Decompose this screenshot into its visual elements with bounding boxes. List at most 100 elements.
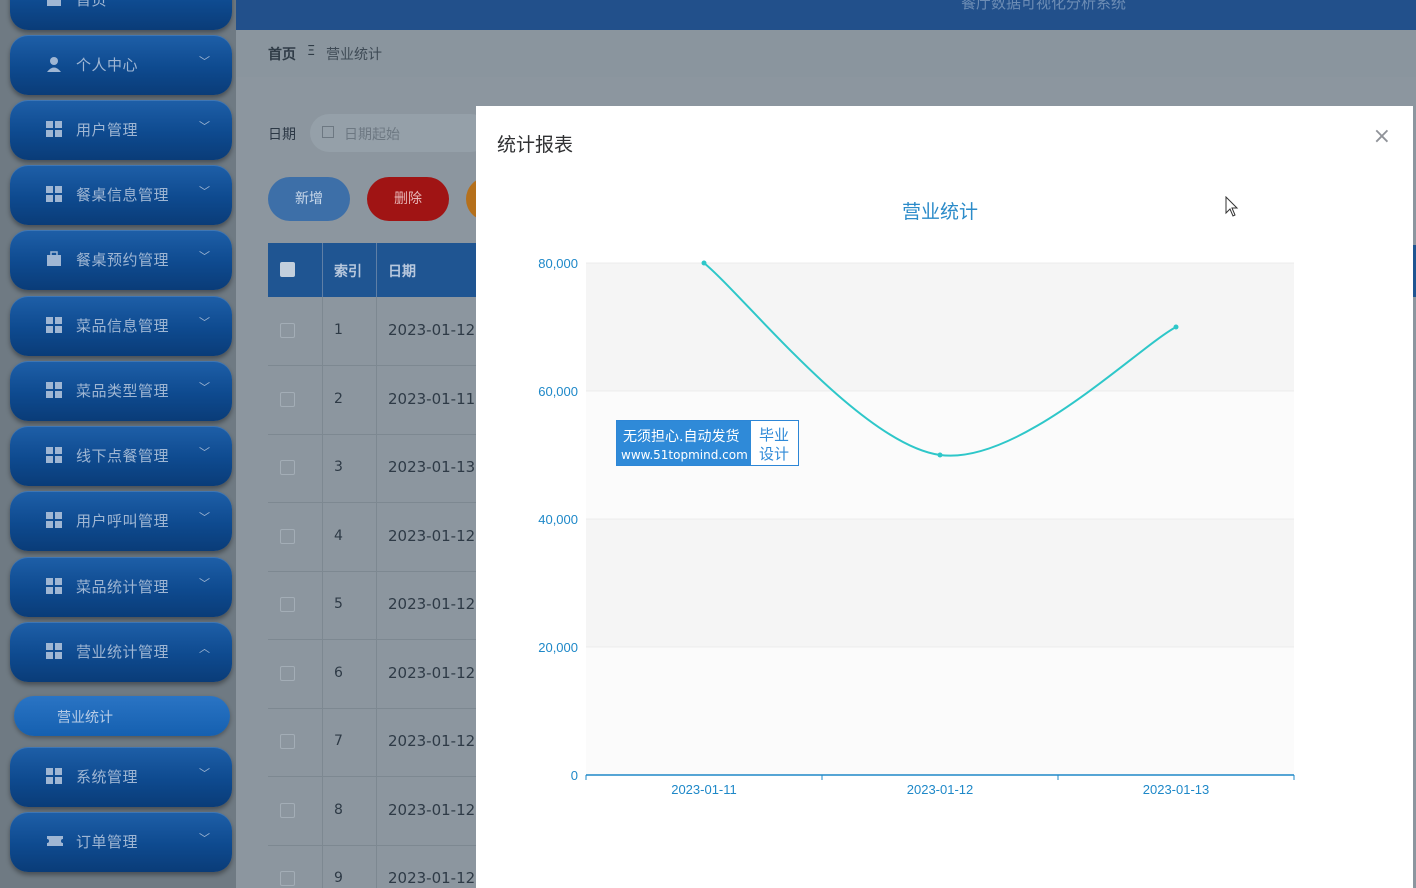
column-divider	[376, 708, 377, 777]
watermark-left: 无须担心.自动发货 www.51topmind.com	[617, 421, 751, 465]
sidebar-item-label: 订单管理	[76, 833, 139, 851]
sidebar-item-10[interactable]: 营业统计管理 ︿	[10, 622, 232, 682]
chevron-down-icon: ﹀	[199, 511, 210, 524]
row-index: 3	[334, 459, 343, 475]
chevron-down-icon: ﹀	[199, 832, 210, 845]
y-tick-label: 60,000	[538, 384, 578, 399]
row-checkbox[interactable]	[280, 665, 295, 681]
grid-icon	[46, 121, 62, 137]
table-row[interactable]: 9 2023-01-12	[268, 845, 488, 888]
sidebar-subitem-business-stats[interactable]: 营业统计	[14, 696, 230, 736]
sidebar-item-8[interactable]: 用户呼叫管理 ﹀	[10, 491, 232, 551]
grid-icon	[46, 447, 62, 463]
chevron-up-icon: ︿	[199, 642, 210, 655]
table-row[interactable]: 6 2023-01-12	[268, 639, 488, 709]
grid-icon	[46, 317, 62, 333]
row-index: 6	[334, 664, 343, 681]
row-index: 9	[334, 870, 343, 886]
column-divider	[376, 297, 377, 366]
column-divider	[322, 434, 323, 503]
table-row[interactable]: 5 2023-01-12	[268, 571, 488, 640]
row-date: 2023-01-12	[388, 800, 476, 819]
sidebar-item-label: 用户呼叫管理	[76, 512, 170, 530]
sidebar-item-2[interactable]: 用户管理 ﹀	[10, 100, 232, 160]
sidebar-item-6[interactable]: 菜品类型管理 ﹀	[10, 361, 232, 421]
row-date: 2023-01-12	[388, 869, 476, 887]
row-checkbox[interactable]	[280, 323, 295, 338]
watermark-banner: 无须担心.自动发货 www.51topmind.com 毕业 设计	[616, 420, 799, 466]
grid-icon	[46, 186, 62, 202]
sidebar-item-5[interactable]: 菜品信息管理 ﹀	[10, 296, 232, 356]
column-divider	[322, 639, 323, 709]
delete-button[interactable]: 删除	[367, 177, 449, 221]
table-row[interactable]: 3 2023-01-13	[268, 434, 488, 503]
table-row[interactable]: 8 2023-01-12	[268, 776, 488, 846]
line-chart: 0 20,000 40,000 60,000 80,000 2023-01-11 2023-…	[538, 201, 1295, 797]
sidebar-item-11[interactable]: 系统管理 ﹀	[10, 747, 232, 807]
chevron-down-icon: ﹀	[199, 577, 210, 590]
column-divider	[322, 243, 323, 297]
column-divider	[322, 708, 323, 777]
table-row[interactable]: 2 2023-01-11	[268, 365, 488, 435]
breadcrumb-current: 营业统计	[326, 47, 382, 63]
column-divider	[376, 502, 377, 572]
date-filter-label: 日期	[268, 127, 296, 143]
column-divider	[376, 845, 377, 888]
row-checkbox[interactable]	[280, 528, 295, 544]
sidebar-subitem-label: 营业统计	[57, 710, 113, 726]
sidebar-item-4[interactable]: 餐桌预约管理 ﹀	[10, 230, 232, 290]
add-button[interactable]: 新增	[268, 177, 350, 221]
column-divider	[322, 502, 323, 572]
sidebar-item-label: 系统管理	[76, 768, 139, 786]
sidebar-item-1[interactable]: 个人中心 ﹀	[10, 35, 232, 95]
table-row[interactable]: 7 2023-01-12	[268, 708, 488, 777]
breadcrumb-home[interactable]: 首页	[268, 44, 296, 64]
row-checkbox[interactable]	[280, 597, 295, 612]
select-all-checkbox[interactable]	[280, 262, 295, 277]
column-divider	[376, 776, 377, 846]
watermark-line1: 无须担心.自动发货	[623, 429, 740, 445]
sidebar-item-3[interactable]: 餐桌信息管理 ﹀	[10, 165, 232, 225]
column-divider	[376, 434, 377, 503]
row-date: 2023-01-12	[388, 526, 476, 545]
row-checkbox[interactable]	[280, 871, 295, 886]
row-checkbox[interactable]	[280, 460, 295, 475]
home-icon	[46, 0, 62, 7]
column-header-date[interactable]: 日期	[388, 261, 416, 281]
data-point	[701, 260, 707, 266]
chart-grid-band	[586, 519, 1294, 647]
sidebar-item-label: 餐桌信息管理	[76, 186, 170, 204]
x-tick-label: 2023-01-13	[1143, 782, 1210, 797]
sidebar-item-0[interactable]: 首页	[10, 0, 232, 30]
system-title: 餐厅数据可视化分析系统	[961, 0, 1127, 12]
row-checkbox[interactable]	[280, 802, 295, 818]
column-header-index[interactable]: 索引	[334, 261, 362, 281]
sidebar-item-12[interactable]: 订单管理 ﹀	[10, 812, 232, 872]
chart-grid-band	[586, 263, 1294, 391]
grid-icon	[46, 768, 62, 784]
chevron-down-icon: ﹀	[199, 120, 210, 133]
row-index: 2	[334, 390, 343, 407]
row-index: 5	[334, 596, 343, 612]
table-row[interactable]: 1 2023-01-12	[268, 297, 488, 366]
breadcrumb: 首页 Ξ 营业统计	[236, 30, 1416, 77]
table-header: 索引 日期	[268, 243, 488, 297]
row-index: 1	[334, 322, 343, 338]
breadcrumb-separator: Ξ	[307, 44, 316, 59]
row-checkbox[interactable]	[280, 734, 295, 749]
row-checkbox[interactable]	[280, 391, 295, 407]
calendar-icon	[322, 126, 334, 138]
sidebar-item-label: 菜品统计管理	[76, 578, 170, 596]
column-divider	[376, 571, 377, 640]
statistics-modal: 统计报表 × 0 20,000 40,000 60,000 80,000 2023-01-…	[476, 106, 1413, 888]
table-row[interactable]: 4 2023-01-12	[268, 502, 488, 572]
row-date: 2023-01-12	[388, 321, 476, 339]
date-start-input[interactable]: 日期起始	[310, 114, 490, 152]
x-tick-label: 2023-01-11	[671, 782, 737, 797]
sidebar-item-9[interactable]: 菜品统计管理 ﹀	[10, 557, 232, 617]
column-divider	[376, 243, 377, 297]
sidebar-item-7[interactable]: 线下点餐管理 ﹀	[10, 426, 232, 486]
chevron-down-icon: ﹀	[199, 55, 210, 68]
chevron-down-icon: ﹀	[199, 185, 210, 198]
grid-icon	[46, 512, 62, 528]
